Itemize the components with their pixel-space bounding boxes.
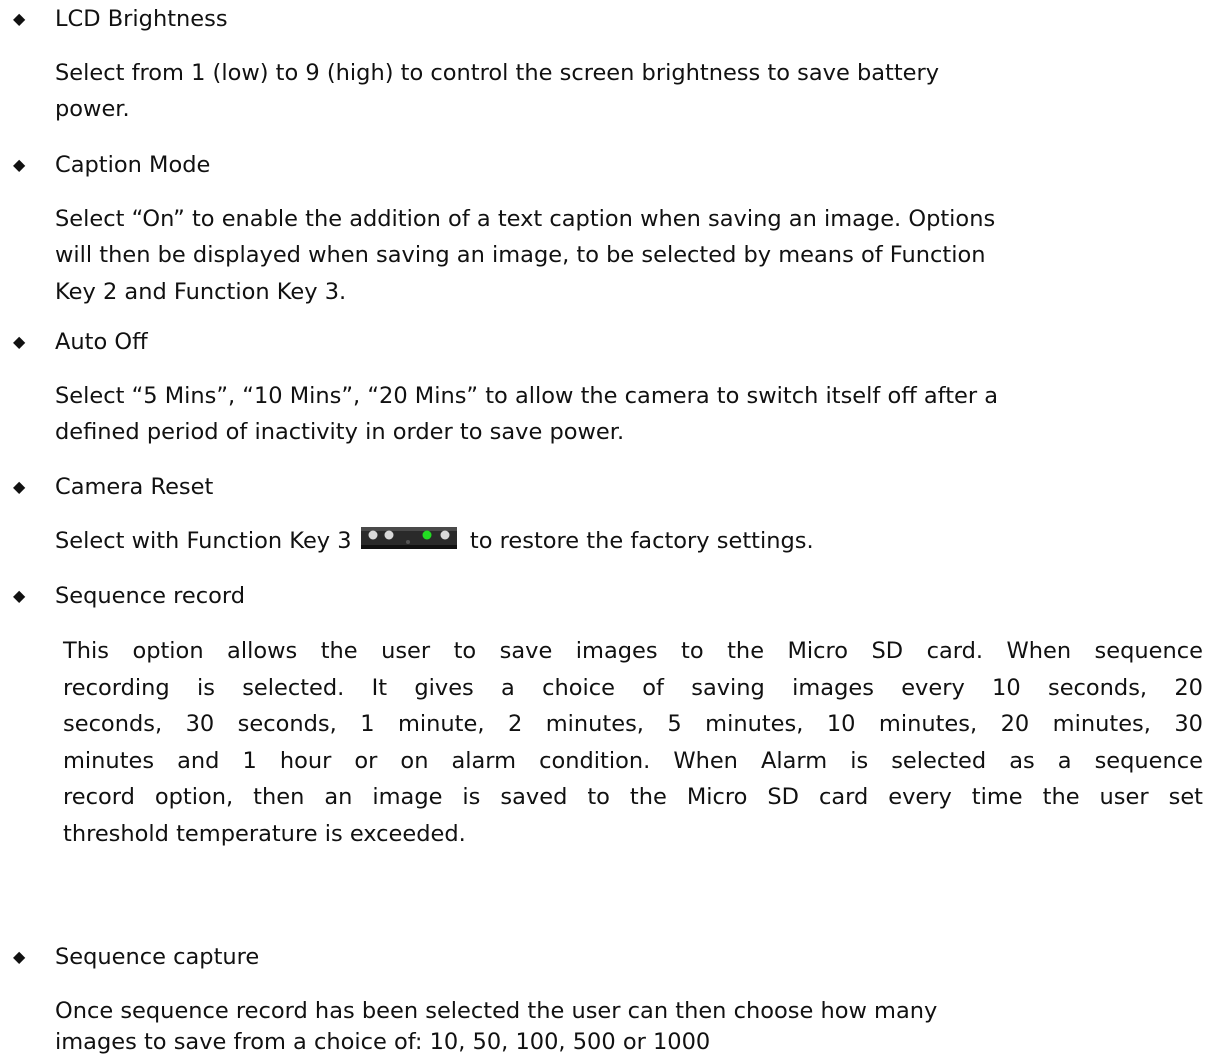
item-text-line: power. bbox=[55, 96, 130, 122]
text-before-icon: Select with Function Key 3 bbox=[55, 528, 352, 554]
item-text-line: recording is selected. It gives a choice… bbox=[63, 674, 1203, 701]
bullet-diamond-icon: ◆ bbox=[13, 477, 26, 496]
item-paragraph: This option allows the user to save imag… bbox=[63, 633, 1203, 852]
item-text-line: threshold temperature is exceeded. bbox=[63, 820, 466, 847]
bullet-diamond-icon: ◆ bbox=[13, 947, 26, 966]
item-heading: LCD Brightness bbox=[55, 6, 228, 32]
bullet-diamond-icon: ◆ bbox=[13, 155, 26, 174]
item-text-line: Select from 1 (low) to 9 (high) to contr… bbox=[55, 60, 940, 86]
item-text-line: record option, then an image is saved to… bbox=[63, 784, 1203, 810]
item-text-line: Select “5 Mins”, “10 Mins”, “20 Mins” to… bbox=[55, 383, 999, 409]
bullet-diamond-icon: ◆ bbox=[13, 332, 26, 351]
item-heading: Camera Reset bbox=[55, 474, 214, 500]
bullet-diamond-icon: ◆ bbox=[13, 586, 26, 605]
bullet-diamond-icon: ◆ bbox=[13, 9, 26, 28]
function-key-3-icon bbox=[360, 524, 457, 550]
item-heading: Auto Off bbox=[55, 329, 148, 355]
item-heading: Caption Mode bbox=[55, 152, 211, 178]
item-text-line: seconds, 30 seconds, 1 minute, 2 minutes… bbox=[63, 711, 1203, 737]
item-text-line: will then be displayed when saving an im… bbox=[55, 242, 986, 268]
item-text-line: This option allows the user to save imag… bbox=[63, 638, 1203, 664]
item-text-line: images to save from a choice of: 10, 50,… bbox=[55, 1029, 711, 1055]
item-heading: Sequence capture bbox=[55, 944, 260, 970]
item-text-line: Select with Function Key 3 to restore th… bbox=[55, 523, 814, 559]
item-text-line: defined period of inactivity in order to… bbox=[55, 419, 625, 445]
item-text-line: Select “On” to enable the addition of a … bbox=[55, 206, 996, 232]
item-text-line: minutes and 1 hour or on alarm condition… bbox=[63, 747, 1203, 774]
item-text-line: Key 2 and Function Key 3. bbox=[55, 279, 347, 305]
text-after-icon: to restore the factory settings. bbox=[469, 528, 814, 554]
item-heading: Sequence record bbox=[55, 583, 246, 609]
